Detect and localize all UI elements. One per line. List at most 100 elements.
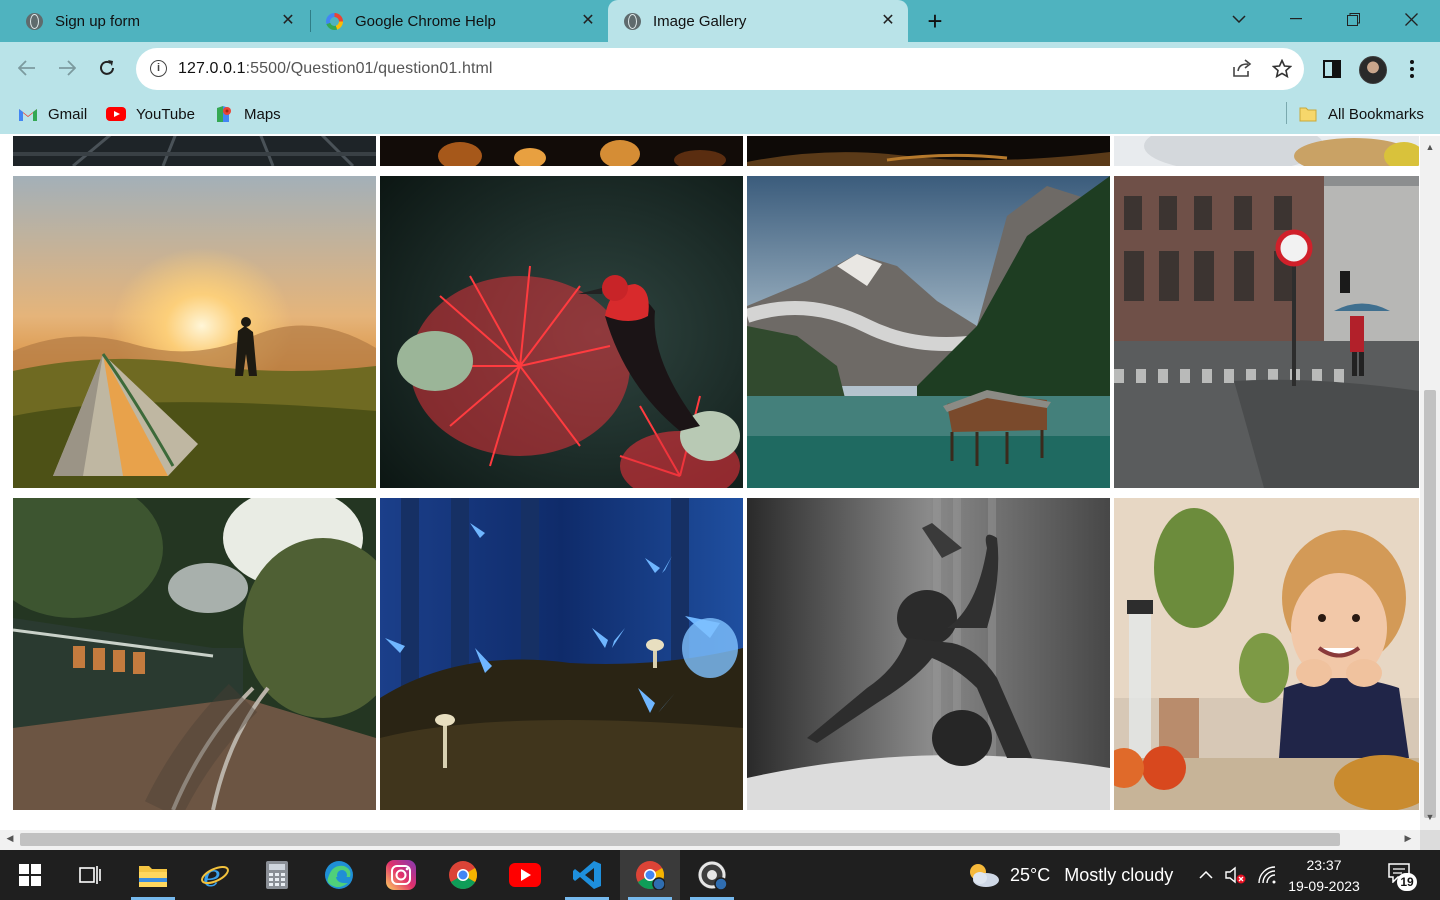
taskbar-edge[interactable] [309, 850, 369, 900]
profile-avatar[interactable] [1359, 56, 1387, 84]
chrome-dev-icon [698, 861, 727, 890]
bookmark-label: Gmail [48, 105, 88, 123]
vertical-scrollbar[interactable]: ▲ ▼ [1420, 136, 1440, 830]
browser-toolbar: i 127.0.0.1:5500/Question01/question01.h… [0, 42, 1440, 94]
tab-title: Sign up form [55, 12, 141, 30]
windows-start-button[interactable] [0, 850, 60, 900]
tab-google-chrome-help[interactable]: Google Chrome Help ✕ [300, 0, 608, 42]
edge-icon [325, 861, 353, 889]
volume-button[interactable] [1222, 850, 1248, 900]
gallery-image-dancer-shadow[interactable] [747, 498, 1110, 810]
globe-icon [624, 12, 641, 30]
bookmark-label: All Bookmarks [1328, 105, 1424, 123]
taskbar-vscode[interactable] [557, 850, 617, 900]
gallery-image-railway-tracks[interactable] [13, 136, 376, 166]
chevron-up-icon [1199, 871, 1213, 879]
youtube-icon [509, 863, 541, 887]
bookmarks-separator [1286, 102, 1287, 124]
partly-cloudy-icon [970, 864, 999, 887]
calculator-icon [266, 861, 288, 889]
close-window-button[interactable] [1383, 0, 1439, 38]
page-viewport [0, 136, 1420, 830]
horizontal-scroll-thumb[interactable] [20, 833, 1340, 846]
site-info-icon[interactable]: i [150, 60, 167, 77]
minimize-button[interactable] [1268, 0, 1324, 38]
forward-button[interactable] [51, 52, 83, 84]
share-icon[interactable] [1231, 59, 1253, 81]
all-bookmarks-button[interactable]: All Bookmarks [1298, 102, 1424, 126]
tab-image-gallery[interactable]: Image Gallery ✕ [608, 0, 908, 42]
taskbar-file-explorer[interactable] [123, 850, 183, 900]
taskbar-calculator[interactable] [247, 850, 307, 900]
new-tab-button[interactable]: + [921, 8, 949, 36]
bookmark-maps[interactable]: Maps [214, 102, 281, 126]
gallery-image-red-bird-on-flower[interactable] [380, 176, 743, 488]
vscode-icon [573, 861, 601, 889]
weather-condition: Mostly cloudy [1064, 864, 1174, 885]
url-text[interactable]: 127.0.0.1:5500/Question01/question01.htm… [178, 60, 493, 78]
bookmark-label: YouTube [136, 105, 195, 123]
scroll-right-icon[interactable]: ▶ [1402, 833, 1414, 847]
folder-icon [1299, 107, 1317, 122]
close-tab-icon[interactable]: ✕ [878, 11, 898, 31]
notification-center-button[interactable]: 19 [1388, 863, 1417, 891]
arrow-right-icon [59, 60, 76, 76]
close-tab-icon[interactable]: ✕ [578, 11, 598, 31]
arrow-left-icon [18, 60, 35, 76]
reload-icon [100, 60, 114, 75]
scroll-up-icon[interactable]: ▲ [1424, 142, 1436, 154]
taskbar-instagram[interactable] [371, 850, 431, 900]
more-menu-icon[interactable] [1400, 57, 1424, 81]
globe-icon [26, 12, 43, 30]
horizontal-scrollbar[interactable]: ◀ ▶ [0, 830, 1420, 850]
bookmark-label: Maps [244, 105, 281, 123]
tab-sign-up-form[interactable]: Sign up form ✕ [0, 0, 308, 42]
tab-search-button[interactable] [1211, 0, 1267, 38]
windows-taskbar: e 25°C Mostly cloudy 23:37 19-09-2023 19 [0, 850, 1440, 900]
taskbar-chrome-dev[interactable] [682, 850, 742, 900]
gmail-icon [19, 109, 37, 121]
weather-widget[interactable]: 25°C Mostly cloudy [966, 850, 1173, 900]
chevron-down-icon [1232, 15, 1246, 23]
taskbar-clock[interactable]: 23:37 19-09-2023 [1276, 855, 1372, 897]
gallery-image-rainy-city-street[interactable] [1114, 176, 1419, 488]
gallery-image-fruit[interactable] [1114, 136, 1419, 166]
windows-start-icon [19, 864, 41, 886]
vertical-scroll-thumb[interactable] [1424, 390, 1436, 818]
gallery-image-camping-tent-sunrise[interactable] [13, 176, 376, 488]
gallery-image-blue-butterflies[interactable] [380, 498, 743, 810]
bookmark-gmail[interactable]: Gmail [18, 102, 87, 126]
tab-strip: Sign up form ✕ Google Chrome Help ✕ Imag… [0, 0, 1440, 42]
gallery-image-smiling-child[interactable] [1114, 498, 1419, 810]
restore-icon [1346, 12, 1360, 26]
taskbar-chrome[interactable] [433, 850, 493, 900]
youtube-icon [106, 107, 126, 121]
weather-temperature: 25°C [1010, 864, 1051, 885]
gallery-image-candles[interactable] [380, 136, 743, 166]
close-icon [1404, 12, 1418, 26]
gallery-image-night-landscape[interactable] [747, 136, 1110, 166]
bookmark-youtube[interactable]: YouTube [106, 102, 195, 126]
scroll-left-icon[interactable]: ◀ [4, 833, 16, 847]
minimize-icon [1290, 18, 1302, 20]
bookmark-star-icon[interactable] [1271, 58, 1293, 81]
address-bar[interactable]: i 127.0.0.1:5500/Question01/question01.h… [136, 48, 1304, 90]
volume-muted-icon [1225, 866, 1246, 884]
back-button[interactable] [11, 52, 43, 84]
gallery-image-mountain-lake-cabin[interactable] [747, 176, 1110, 488]
side-panel-icon[interactable] [1320, 57, 1344, 81]
scrollbar-corner [1420, 830, 1440, 850]
gallery-image-steam-train-forest[interactable] [13, 498, 376, 810]
taskbar-internet-explorer[interactable]: e [185, 850, 245, 900]
taskbar-chrome-active[interactable] [620, 850, 680, 900]
restore-button[interactable] [1325, 0, 1381, 38]
close-tab-icon[interactable]: ✕ [278, 11, 298, 31]
tab-title: Image Gallery [653, 12, 747, 30]
show-hidden-icons-button[interactable] [1194, 850, 1218, 900]
notification-count: 19 [1397, 873, 1417, 891]
reload-button[interactable] [91, 52, 123, 84]
wifi-icon [1258, 866, 1276, 884]
taskbar-youtube[interactable] [495, 850, 555, 900]
scroll-down-icon[interactable]: ▼ [1424, 812, 1436, 824]
task-view-button[interactable] [60, 850, 120, 900]
